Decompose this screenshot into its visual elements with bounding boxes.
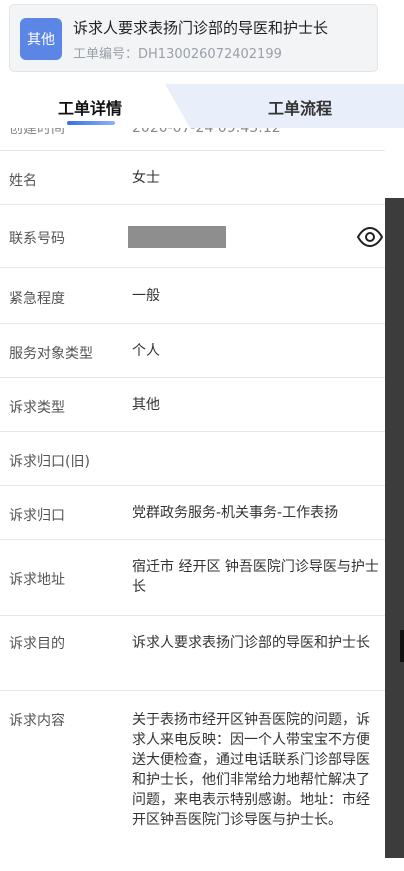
row-label: 创建时间 [9,128,65,137]
row-label: 联系号码 [9,231,65,247]
row-label: 诉求类型 [9,400,65,416]
row-label: 诉求归口 [9,508,65,524]
row-label: 姓名 [9,173,37,189]
row-created-time: 创建时间 2020-07-24 09:43:12 [0,128,385,151]
ticket-number-label: 工单编号： [73,47,139,62]
tab-details-label[interactable]: 工单详情 [58,95,122,119]
masked-phone-number [128,226,226,248]
row-category-old: 诉求归口(旧) [0,432,385,486]
tab-flow[interactable]: 工单流程 [268,95,332,119]
row-phone: 联系号码 [0,205,385,268]
ticket-number: DH130026072402199 [138,47,282,62]
row-value: 其他 [132,397,160,413]
row-label: 诉求归口(旧) [9,454,90,470]
row-value: 宿迁市 经开区 钟吾医院门诊导医与护士长 [132,559,379,595]
row-label: 紧急程度 [9,291,65,307]
row-content: 诉求内容 关于表扬市经开区钟吾医院的问题，诉求人来电反映：因一个人带宝宝不方便送… [0,691,385,871]
row-appeal-type: 诉求类型 其他 [0,378,385,432]
row-value: 2020-07-24 09:43:12 [132,128,281,136]
ticket-title: 诉求人要求表扬门诊部的导医和护士长 [73,19,329,37]
row-value: 关于表扬市经开区钟吾医院的问题，诉求人来电反映：因一个人带宝宝不方便送大便检查，… [132,712,370,828]
active-tab-indicator [67,121,115,125]
ticket-header-card: 其他 诉求人要求表扬门诊部的导医和护士长 工单编号：DH130026072402… [9,4,378,72]
ticket-number-line: 工单编号：DH130026072402199 [73,43,282,62]
scrollbar-thumb[interactable] [400,630,404,662]
scrollbar[interactable] [385,198,404,858]
row-service-type: 服务对象类型 个人 [0,324,385,378]
row-value: 一般 [132,288,160,304]
row-value: 党群政务服务-机关事务-工作表扬 [132,505,339,521]
row-value: 诉求人要求表扬门诊部的导医和护士长 [132,635,370,651]
row-name: 姓名 女士 [0,151,385,205]
row-address: 诉求地址 宿迁市 经开区 钟吾医院门诊导医与护士长 [0,540,385,616]
row-category: 诉求归口 党群政务服务-机关事务-工作表扬 [0,486,385,540]
row-urgency: 紧急程度 一般 [0,268,385,324]
row-label: 诉求内容 [9,713,65,729]
detail-list: 创建时间 2020-07-24 09:43:12 姓名 女士 联系号码 紧急程度… [0,128,385,871]
row-value: 女士 [132,170,160,186]
row-label: 诉求目的 [9,636,65,652]
tab-bar: 工单详情 工单流程 [0,84,404,128]
row-label: 诉求地址 [9,572,65,588]
row-purpose: 诉求目的 诉求人要求表扬门诊部的导医和护士长 [0,616,385,691]
eye-icon[interactable] [357,227,383,247]
category-badge: 其他 [20,18,62,60]
row-label: 服务对象类型 [9,346,93,362]
row-value: 个人 [132,343,160,359]
